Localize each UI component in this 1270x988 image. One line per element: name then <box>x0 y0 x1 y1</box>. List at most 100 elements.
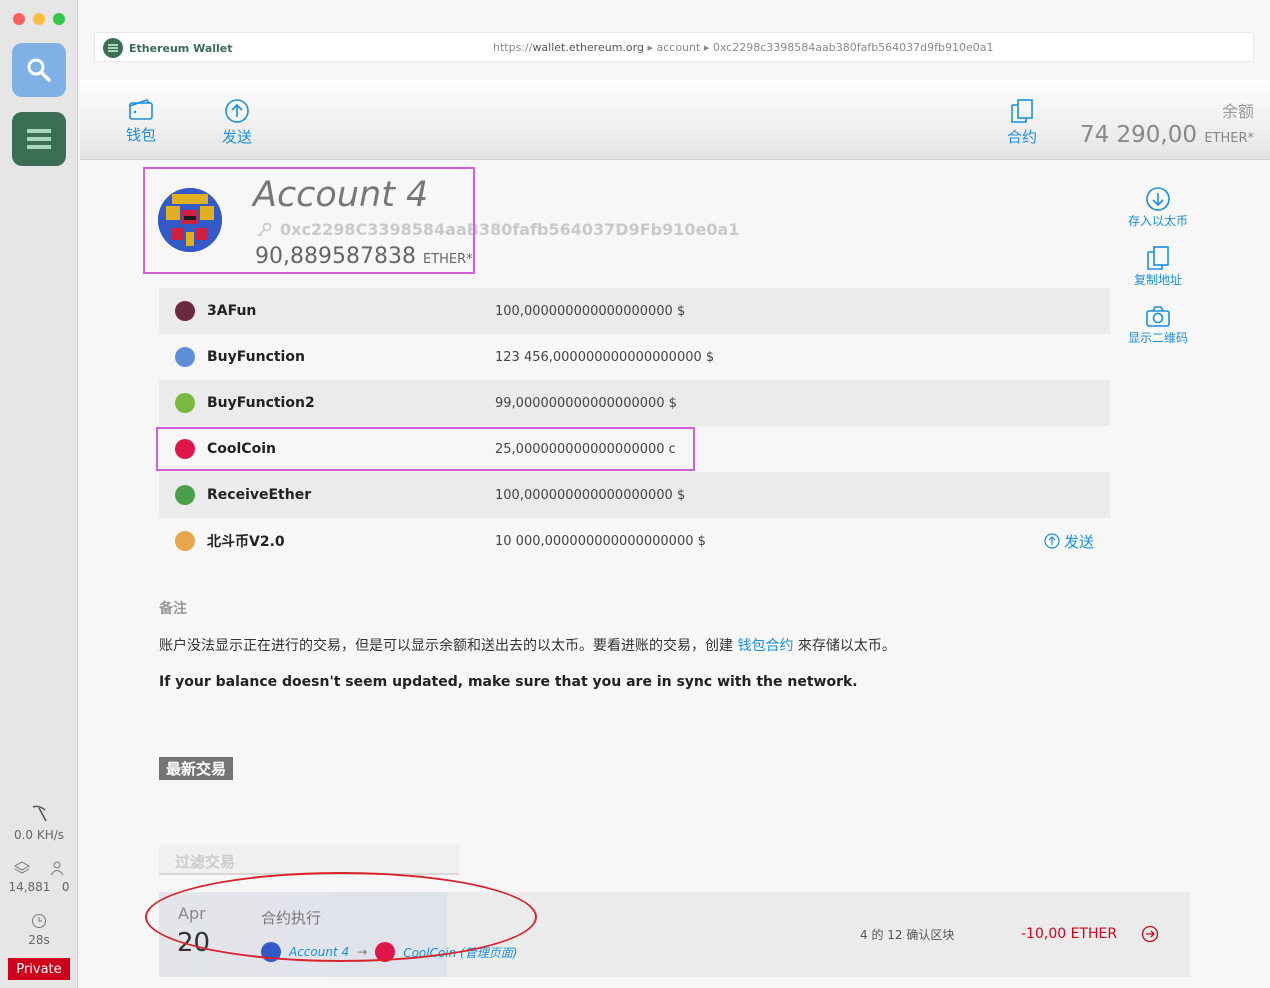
token-send-label: 发送 <box>1063 532 1094 551</box>
nav-send[interactable]: 发送 <box>222 98 252 147</box>
dock-wallet-button[interactable] <box>12 112 66 166</box>
notes-text-after: 來存储以太币。 <box>793 638 896 654</box>
show-qr-button[interactable]: 显示二维码 <box>1120 305 1196 346</box>
transaction-to[interactable]: CoolCoin (管理页面) <box>403 944 517 961</box>
token-row[interactable]: BuyFunction2 99,000000000000000000 $ <box>159 380 1110 426</box>
notes-text-before: 账户没法显示正在进行的交易，但是可以显示余额和送出去的以太币。要看进账的交易，创… <box>159 638 738 654</box>
account-highlight-box <box>143 167 475 274</box>
token-name: BuyFunction2 <box>207 395 315 411</box>
token-avatar-icon <box>175 531 195 551</box>
token-amount: 100,000000000000000000 $ <box>495 303 686 319</box>
token-name: ReceiveEther <box>207 487 312 503</box>
token-row[interactable]: BuyFunction 123 456,000000000000000000 $ <box>159 334 1110 380</box>
top-navigation: 钱包 发送 合约 余额 74 290,00 ETHER* <box>80 80 1270 160</box>
breadcrumb-separator-icon: ▸ <box>703 41 710 54</box>
transaction-details-button[interactable] <box>1141 925 1159 947</box>
address-bar[interactable]: Ethereum Wallet https://wallet.ethereum.… <box>94 32 1254 62</box>
nav-contracts-label: 合约 <box>1007 128 1038 146</box>
transaction-row[interactable]: Apr 20 合约执行 Account 4 → CoolCoin (管理页面) … <box>159 892 1190 977</box>
total-balance-unit: ETHER* <box>1204 131 1254 146</box>
zoom-window-button[interactable] <box>53 13 65 25</box>
transaction-day: 20 <box>177 928 211 958</box>
coolcoin-highlight-box <box>156 427 695 471</box>
token-amount: 10 000,000000000000000000 $ <box>495 533 706 549</box>
network-badge: Private <box>8 958 70 980</box>
token-avatar-icon <box>175 485 195 505</box>
sync-warning: If your balance doesn't seem updated, ma… <box>159 674 858 690</box>
block-count: 14,881 <box>8 880 51 894</box>
from-account-avatar <box>261 942 281 962</box>
total-balance: 74 290,00 ETHER* <box>1080 122 1254 148</box>
send-arrow-up-icon <box>225 99 249 123</box>
nav-send-label: 发送 <box>222 128 253 146</box>
last-block-time: 28s <box>28 933 50 947</box>
wallet-contract-link[interactable]: 钱包合约 <box>737 638 793 654</box>
nav-contracts[interactable]: 合约 <box>1007 98 1037 147</box>
layers-icon <box>14 861 30 874</box>
total-balance-value: 74 290,00 <box>1079 122 1197 148</box>
deposit-ether-button[interactable]: 存入以太币 <box>1120 186 1196 229</box>
download-arrow-icon <box>1146 187 1170 211</box>
nav-wallets-label: 钱包 <box>126 126 157 144</box>
network-icons <box>0 860 78 876</box>
arrow-right-icon: → <box>357 945 368 959</box>
total-balance-label: 余额 <box>1221 102 1254 121</box>
minimize-window-button[interactable] <box>33 13 45 25</box>
token-name: 北斗币V2.0 <box>207 534 285 550</box>
wallet-app-icon <box>27 129 51 149</box>
transaction-from[interactable]: Account 4 <box>289 945 349 959</box>
app-name: Ethereum Wallet <box>129 41 233 55</box>
arrow-circle-right-icon <box>1141 925 1159 943</box>
token-send-button[interactable]: 发送 <box>1044 531 1094 552</box>
wallet-icon <box>129 99 153 120</box>
send-arrow-up-icon <box>1044 533 1060 549</box>
url-scheme: https:// <box>493 41 533 54</box>
filter-transactions-input[interactable]: 过滤交易 <box>159 845 459 875</box>
pickaxe-icon <box>0 804 78 827</box>
close-window-button[interactable] <box>13 13 25 25</box>
show-qr-label: 显示二维码 <box>1127 331 1188 345</box>
token-amount: 100,000000000000000000 $ <box>495 487 686 503</box>
transaction-amount: -10,00 ETHER <box>1021 926 1118 942</box>
app-brand: Ethereum Wallet <box>103 38 233 58</box>
token-row[interactable]: 3AFun 100,000000000000000000 $ <box>159 288 1110 334</box>
deposit-ether-label: 存入以太币 <box>1127 214 1188 228</box>
url-path-address: 0xc2298c3398584aab380fafb564037d9fb910e0… <box>712 41 994 54</box>
contracts-icon <box>1011 99 1033 123</box>
token-name: BuyFunction <box>207 349 305 365</box>
token-name: 3AFun <box>207 303 257 319</box>
notes-text: 账户没法显示正在进行的交易，但是可以显示余额和送出去的以太币。要看进账的交易，创… <box>159 635 896 655</box>
peers-icon <box>50 861 64 876</box>
nav-wallets[interactable]: 钱包 <box>126 98 156 145</box>
app-dock: 0.0 KH/s 14,881 0 28s Private <box>0 0 78 988</box>
token-amount: 123 456,000000000000000000 $ <box>495 349 715 365</box>
token-list: 3AFun 100,000000000000000000 $ BuyFuncti… <box>159 288 1110 564</box>
notes-title: 备注 <box>159 601 187 617</box>
latest-transactions-heading: 最新交易 <box>159 757 234 780</box>
transaction-confirmations: 4 的 12 确认区块 <box>860 928 955 942</box>
clock-icon <box>0 913 78 932</box>
ethereum-wallet-logo-icon <box>103 38 123 58</box>
transaction-parties: Account 4 → CoolCoin (管理页面) <box>261 942 517 962</box>
search-icon <box>27 58 51 82</box>
block-stats: 14,881 0 <box>0 880 78 894</box>
peer-count: 0 <box>61 880 70 894</box>
token-avatar-icon <box>175 301 195 321</box>
breadcrumb-separator-icon: ▸ <box>647 41 653 54</box>
token-amount: 99,000000000000000000 $ <box>495 395 677 411</box>
token-avatar-icon <box>175 393 195 413</box>
copy-icon <box>1147 246 1169 270</box>
url-text[interactable]: https://wallet.ethereum.org ▸ account ▸ … <box>493 41 994 54</box>
token-row[interactable]: 北斗币V2.0 10 000,000000000000000000 $ 发送 <box>159 518 1110 564</box>
transaction-month: Apr <box>178 904 206 923</box>
copy-address-button[interactable]: 复制地址 <box>1120 245 1196 288</box>
camera-icon <box>1146 306 1170 327</box>
copy-address-label: 复制地址 <box>1133 273 1182 287</box>
to-contract-avatar <box>375 942 396 962</box>
token-avatar-icon <box>175 347 195 367</box>
url-path-account: account <box>656 41 701 54</box>
transaction-type: 合约执行 <box>261 909 322 927</box>
dock-search-button[interactable] <box>12 43 66 97</box>
token-row[interactable]: ReceiveEther 100,000000000000000000 $ <box>159 472 1110 518</box>
hashrate-text: 0.0 KH/s <box>13 828 65 842</box>
